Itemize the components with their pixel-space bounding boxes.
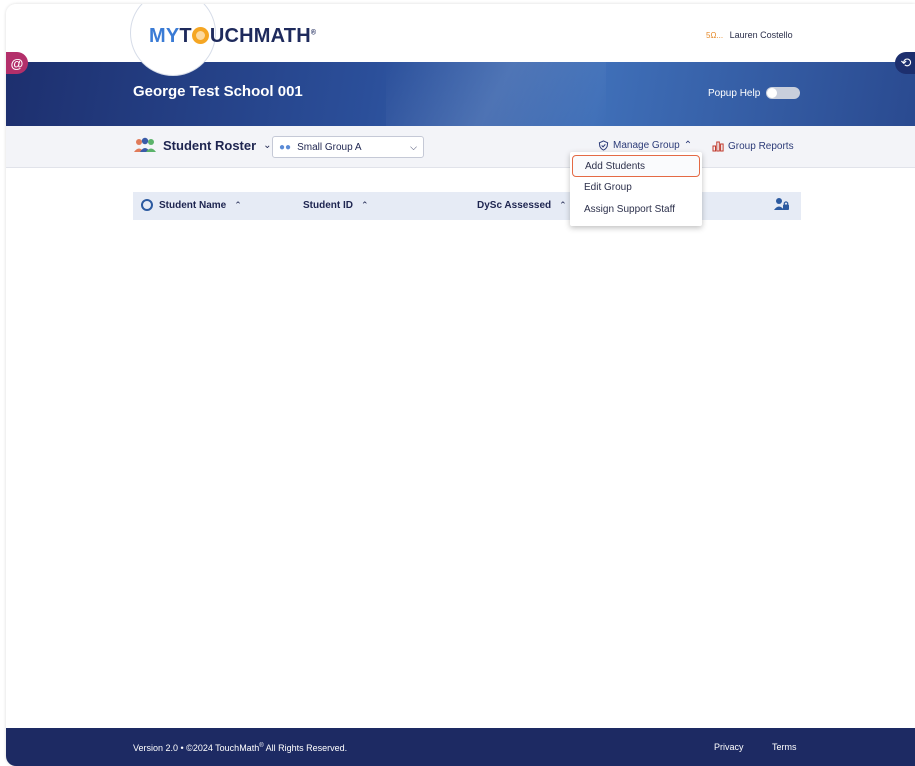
- menu-item-add-students[interactable]: Add Students: [572, 155, 700, 177]
- gear-icon[interactable]: [141, 199, 153, 211]
- chevron-up-icon: ⌃: [234, 200, 242, 210]
- student-roster-menu[interactable]: Student Roster ⌄: [133, 137, 272, 153]
- manage-group-dropdown: Add Students Edit Group Assign Support S…: [570, 152, 702, 226]
- group-icon: [134, 137, 156, 152]
- user-menu[interactable]: 5Ω... Lauren Costello: [706, 30, 793, 40]
- group-select-value: Small Group A: [297, 141, 362, 153]
- copyright-suffix: All Rights Reserved.: [263, 743, 348, 753]
- user-name: Lauren Costello: [729, 30, 793, 40]
- menu-item-assign-support-staff[interactable]: Assign Support Staff: [570, 199, 702, 221]
- small-group-icon: ●●: [279, 141, 292, 153]
- footer-copyright: Version 2.0 • ©2024 TouchMath® All Right…: [133, 743, 347, 753]
- extension-right-icon[interactable]: ⟲: [895, 52, 915, 74]
- chevron-down-icon: ⌵: [410, 141, 417, 152]
- extension-left-icon[interactable]: @: [6, 52, 28, 74]
- menu-item-edit-group[interactable]: Edit Group: [570, 177, 702, 199]
- logo-rest: UCHMATH: [209, 25, 311, 47]
- student-roster-title: Student Roster: [163, 137, 257, 153]
- column-dysc-assessed[interactable]: DySc Assessed ⌃: [477, 200, 567, 211]
- logo-mark: ®: [310, 29, 317, 37]
- column-student-id[interactable]: Student ID ⌃: [303, 200, 369, 211]
- popup-help-label: Popup Help: [708, 87, 761, 99]
- logo-my: MY: [149, 25, 180, 47]
- group-reports-label: Group Reports: [728, 140, 794, 152]
- chevron-up-icon: ⌃: [559, 200, 567, 210]
- column-label: Student ID: [303, 200, 353, 211]
- chevron-up-icon: ⌃: [361, 200, 369, 210]
- privacy-link[interactable]: Privacy: [714, 742, 744, 752]
- mytouchmath-logo[interactable]: MYT UCHMATH®: [149, 25, 316, 48]
- group-reports-link[interactable]: Group Reports: [712, 140, 794, 152]
- chevron-down-icon: ⌄: [263, 139, 272, 151]
- column-label: Student Name: [159, 200, 227, 211]
- school-banner: George Test School 001 Popup Help: [6, 62, 915, 126]
- shield-check-icon: [598, 140, 609, 151]
- popup-help-toggle[interactable]: [766, 87, 801, 99]
- user-badge: 5Ω...: [706, 31, 724, 40]
- bar-chart-icon: [712, 141, 724, 152]
- logo-o-icon: [192, 27, 210, 44]
- column-student-name[interactable]: Student Name ⌃: [159, 200, 242, 211]
- app-window: MYT UCHMATH® 5Ω... Lauren Costello @ ⟲ Ge…: [6, 4, 915, 766]
- copyright-prefix: Version 2.0 • ©2024 TouchMath: [133, 743, 260, 753]
- footer: Version 2.0 • ©2024 TouchMath® All Right…: [6, 728, 915, 766]
- logo-t: T: [179, 25, 192, 47]
- user-lock-icon[interactable]: [774, 197, 790, 211]
- popup-help: Popup Help: [708, 87, 801, 99]
- manage-group-button[interactable]: Manage Group ⌃: [598, 140, 692, 151]
- terms-link[interactable]: Terms: [772, 742, 797, 752]
- school-name: George Test School 001: [133, 83, 303, 100]
- group-select[interactable]: ●● Small Group A ⌵: [272, 136, 424, 158]
- column-label: DySc Assessed: [477, 200, 552, 211]
- chevron-up-icon: ⌃: [683, 140, 693, 151]
- top-bar: MYT UCHMATH® 5Ω... Lauren Costello: [6, 4, 915, 76]
- roster-toolbar: Student Roster ⌄ ●● Small Group A ⌵ Mana…: [6, 126, 915, 168]
- manage-group-label: Manage Group: [613, 140, 680, 151]
